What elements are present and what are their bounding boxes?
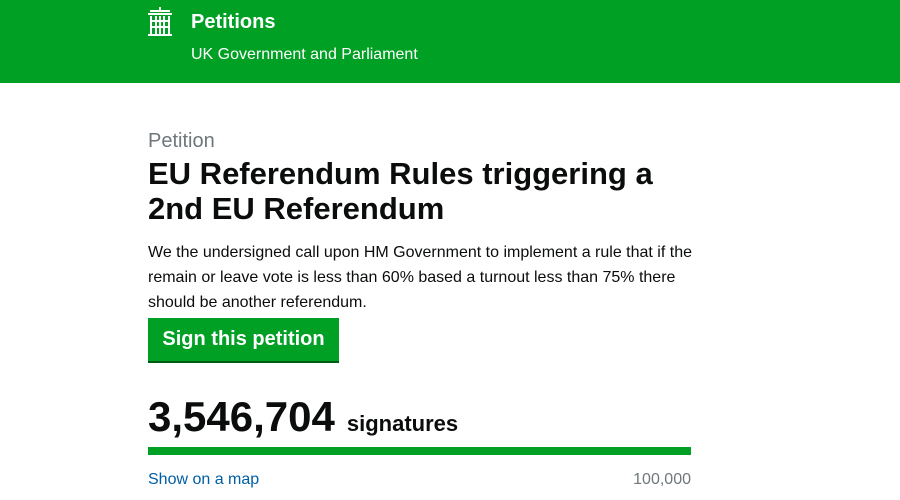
signature-label: signatures [346,411,459,436]
petition-description: We the undersigned call upon HM Governme… [148,244,692,311]
sign-petition-button[interactable]: Sign this petition [148,318,339,361]
site-subtitle: UK Government and Parliament [191,46,418,63]
page-caption: Petition [148,130,215,152]
site-header: Petitions UK Government and Parliament [0,0,900,83]
petition-title: EU Referendum Rules triggering a 2nd EU … [148,156,653,226]
signature-summary: 3,546,704 signatures [148,392,458,442]
portcullis-icon[interactable] [147,7,173,37]
threshold-label: 100,000 [633,471,691,488]
signature-progress-fill [148,447,691,455]
site-title-link[interactable]: Petitions [191,10,275,34]
show-on-map-link[interactable]: Show on a map [148,470,259,490]
signature-progress-bar [148,447,691,455]
signature-count: 3,546,704 [148,393,335,440]
